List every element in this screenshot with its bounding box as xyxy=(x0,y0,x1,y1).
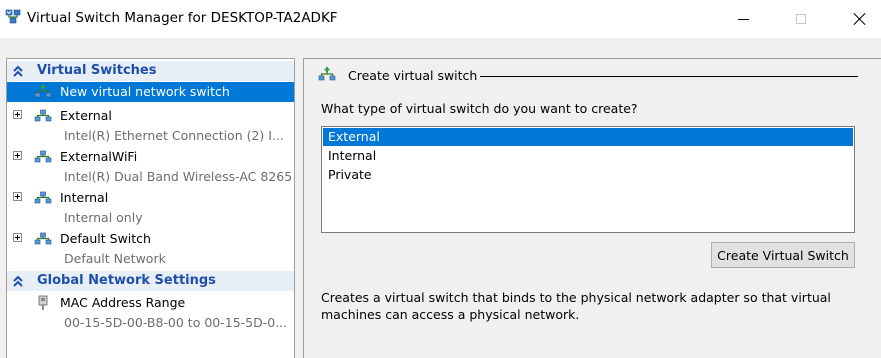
expand-icon[interactable] xyxy=(13,233,22,242)
tree-item-mac-address-range[interactable]: MAC Address Range xyxy=(7,293,294,313)
switch-type-option-internal[interactable]: Internal xyxy=(323,147,853,165)
section-title: Virtual Switches xyxy=(37,63,157,78)
section-header-global-network-settings[interactable]: Global Network Settings xyxy=(7,271,294,291)
minimize-button[interactable] xyxy=(720,0,766,38)
tree-item-subtitle: 00-15-5D-00-B8-00 to 00-15-5D-0... xyxy=(7,313,294,333)
maximize-button[interactable] xyxy=(778,0,824,38)
create-virtual-switch-button[interactable]: Create Virtual Switch xyxy=(711,242,855,268)
collapse-chevron-icon xyxy=(13,275,23,287)
adapter-description: Intel(R) Ethernet Connection (2) I... xyxy=(64,128,284,143)
section-header-virtual-switches[interactable]: Virtual Switches xyxy=(7,61,294,81)
tree-item-default-switch[interactable]: Default Switch xyxy=(7,229,294,249)
network-switch-icon xyxy=(34,232,52,245)
section-title: Global Network Settings xyxy=(37,273,216,288)
tree-item-subtitle: Intel(R) Ethernet Connection (2) I... xyxy=(7,126,294,146)
detail-pane: Create virtual switch What type of virtu… xyxy=(303,58,881,358)
switch-type-option-private[interactable]: Private xyxy=(323,166,853,184)
close-icon xyxy=(853,12,867,26)
switch-type-description: Default Network xyxy=(64,251,166,266)
expand-icon[interactable] xyxy=(13,151,22,160)
tree-item-label: External xyxy=(60,108,112,123)
tree-item-externalwifi[interactable]: ExternalWiFi xyxy=(7,147,294,167)
tree-item-label: Internal xyxy=(60,190,109,205)
tree-item-label: Default Switch xyxy=(60,231,151,246)
tree-item-subtitle: Default Network xyxy=(7,249,294,269)
mac-range-value: 00-15-5D-00-B8-00 to 00-15-5D-0... xyxy=(64,315,288,330)
title-bar: Virtual Switch Manager for DESKTOP-TA2AD… xyxy=(0,0,881,38)
adapter-description: Intel(R) Dual Band Wireless-AC 8265 xyxy=(64,169,293,184)
group-title: Create virtual switch xyxy=(348,68,478,83)
tree-item-internal[interactable]: Internal xyxy=(7,188,294,208)
switch-type-description: Internal only xyxy=(64,210,143,225)
virtual-switch-manager-icon xyxy=(5,9,21,24)
network-switch-icon xyxy=(318,67,336,81)
maximize-icon xyxy=(796,14,806,24)
network-switch-icon xyxy=(34,191,52,204)
switch-type-question: What type of virtual switch do you want … xyxy=(321,101,638,116)
switch-type-description: Creates a virtual switch that binds to t… xyxy=(321,290,831,322)
network-switch-icon xyxy=(34,150,52,163)
switch-type-option-external[interactable]: External xyxy=(323,128,853,146)
network-switch-icon xyxy=(34,84,52,98)
tree-item-subtitle: Intel(R) Dual Band Wireless-AC 8265 xyxy=(7,167,294,187)
collapse-chevron-icon xyxy=(13,65,23,77)
expand-icon[interactable] xyxy=(13,192,22,201)
tree-item-label: MAC Address Range xyxy=(60,295,186,310)
tree-item-label: New virtual network switch xyxy=(60,84,230,99)
network-switch-icon xyxy=(34,109,52,122)
expand-icon[interactable] xyxy=(13,110,22,119)
close-button[interactable] xyxy=(837,0,881,38)
switch-type-listbox[interactable]: External Internal Private xyxy=(321,126,855,233)
network-adapter-icon xyxy=(38,295,48,310)
tree-item-new-virtual-network-switch[interactable]: New virtual network switch xyxy=(7,82,294,102)
navigation-tree[interactable]: Virtual Switches New virtual network swi… xyxy=(6,58,295,358)
tree-item-label: ExternalWiFi xyxy=(60,149,138,164)
tree-item-subtitle: Internal only xyxy=(7,208,294,228)
tree-item-external[interactable]: External xyxy=(7,106,294,126)
window-title: Virtual Switch Manager for DESKTOP-TA2AD… xyxy=(27,10,338,26)
group-divider xyxy=(480,76,858,77)
minimize-icon xyxy=(737,18,749,20)
